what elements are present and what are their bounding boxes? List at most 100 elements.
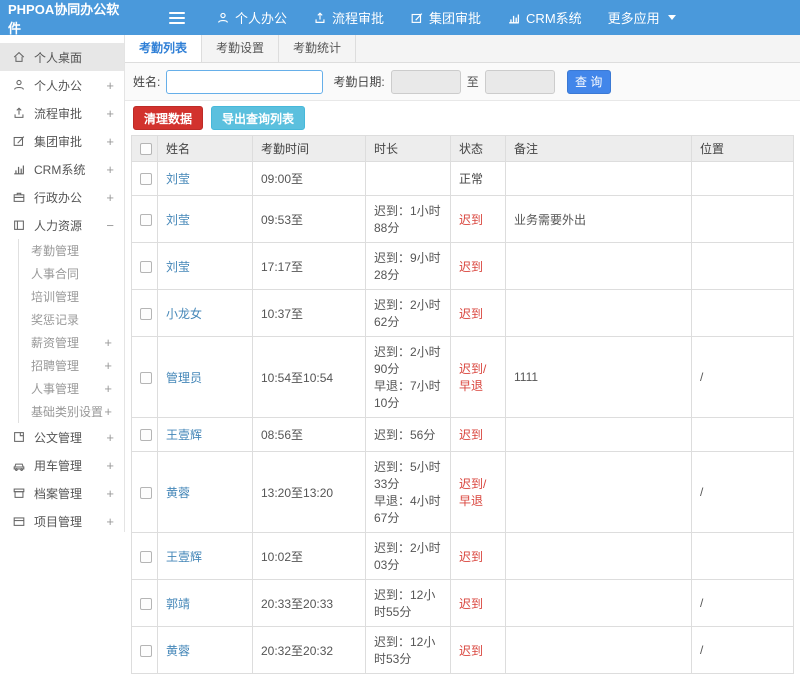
sidebar-item-label: 个人桌面	[34, 50, 83, 65]
row-checkbox[interactable]	[140, 550, 152, 563]
nav-group-approval[interactable]: 集团审批	[397, 0, 494, 35]
employee-name-link[interactable]: 管理员	[166, 371, 202, 385]
employee-name-link[interactable]: 黄蓉	[166, 486, 190, 500]
expand-icon[interactable]: +	[106, 134, 114, 149]
sidebar-item-admin-office[interactable]: 行政办公 +	[0, 183, 124, 211]
remark: 业务需要外出	[505, 195, 692, 243]
edit-icon	[12, 134, 26, 148]
employee-name-link[interactable]: 王壹辉	[166, 550, 202, 564]
sidebar-item-vehicle-mgmt[interactable]: 用车管理 +	[0, 451, 124, 479]
col-status: 状态	[450, 135, 506, 162]
expand-icon[interactable]: +	[104, 335, 112, 350]
sidebar-subitem-label: 人事管理	[31, 382, 80, 396]
sidebar-subitem-personnel-mgmt[interactable]: 人事管理 +	[19, 377, 124, 400]
tab-attendance-stats[interactable]: 考勤统计	[279, 35, 357, 62]
app-logo: PHPOA协同办公软件	[8, 1, 120, 36]
sidebar-subitem-base-category[interactable]: 基础类别设置 +	[19, 400, 124, 423]
attendance-time: 10:02至	[252, 532, 366, 580]
collapse-icon[interactable]: −	[106, 218, 114, 233]
sidebar-item-personal-office[interactable]: 个人办公 +	[0, 71, 124, 99]
nav-crm-system[interactable]: CRM系统	[494, 0, 595, 35]
employee-name-link[interactable]: 黄蓉	[166, 644, 190, 658]
bar-chart-icon	[12, 162, 26, 176]
expand-icon[interactable]: +	[106, 458, 114, 473]
expand-icon[interactable]: +	[106, 78, 114, 93]
employee-name-link[interactable]: 刘莹	[166, 260, 190, 274]
row-checkbox[interactable]	[140, 173, 152, 186]
tab-attendance-list[interactable]: 考勤列表	[125, 35, 203, 62]
table-row: 刘莹 17:17至 迟到：9小时28分 迟到	[131, 242, 794, 290]
row-checkbox[interactable]	[140, 371, 152, 384]
date-from-input[interactable]	[390, 69, 461, 94]
employee-name-link[interactable]: 刘莹	[166, 172, 190, 186]
nav-process-approval[interactable]: 流程审批	[300, 0, 397, 35]
sidebar-subitem-recruit-mgmt[interactable]: 招聘管理 +	[19, 354, 124, 377]
sidebar-item-label: 人力资源	[34, 218, 83, 233]
employee-name-link[interactable]: 郭靖	[166, 597, 190, 611]
table-row: 黄蓉 20:32至20:32 迟到：12小时53分 迟到 /	[131, 626, 794, 674]
sidebar-subitem-reward-record[interactable]: 奖惩记录	[19, 308, 124, 331]
attendance-time: 20:32至20:32	[252, 626, 366, 674]
row-checkbox[interactable]	[140, 486, 152, 499]
expand-icon[interactable]: +	[106, 106, 114, 121]
sidebar-item-personal-desktop[interactable]: 个人桌面	[0, 43, 124, 71]
sidebar-item-label: 公文管理	[34, 430, 83, 445]
briefcase-icon	[12, 190, 26, 204]
tab-attendance-settings[interactable]: 考勤设置	[202, 35, 280, 62]
name-input[interactable]	[166, 69, 324, 94]
status-badge: 正常	[459, 172, 484, 186]
sidebar-item-document-mgmt[interactable]: 公文管理 +	[0, 423, 124, 451]
col-time: 考勤时间	[252, 135, 366, 162]
sidebar-item-crm[interactable]: CRM系统 +	[0, 155, 124, 183]
sidebar-item-hr[interactable]: 人力资源 −	[0, 211, 124, 239]
clean-data-button[interactable]: 清理数据	[133, 106, 204, 130]
query-button[interactable]: 查 询	[566, 69, 611, 94]
status-badge: 迟到/早退	[459, 362, 487, 393]
row-checkbox[interactable]	[140, 260, 152, 273]
expand-icon[interactable]: +	[104, 358, 112, 373]
sidebar-subitem-training-mgmt[interactable]: 培训管理	[19, 285, 124, 308]
sidebar-subitem-attendance-mgmt[interactable]: 考勤管理	[19, 239, 124, 262]
nav-more-apps[interactable]: 更多应用	[595, 0, 689, 35]
table-row: 刘莹 09:53至 迟到：1小时88分 迟到 业务需要外出	[131, 195, 794, 243]
nav-label: 更多应用	[607, 11, 660, 26]
duration: 迟到：56分	[365, 417, 451, 452]
location	[691, 242, 794, 290]
attendance-table-wrap: 姓名 考勤时间 时长 状态 备注 位置 刘莹 09:00至 正常 刘莹 09:5…	[125, 135, 800, 674]
row-checkbox[interactable]	[140, 597, 152, 610]
menu-toggle-icon[interactable]	[169, 11, 185, 24]
row-checkbox[interactable]	[140, 213, 152, 226]
row-checkbox[interactable]	[140, 307, 152, 320]
duration: 迟到：1小时88分	[365, 195, 451, 243]
expand-icon[interactable]: +	[106, 514, 114, 529]
employee-name-link[interactable]: 小龙女	[166, 307, 202, 321]
nav-personal-office[interactable]: 个人办公	[203, 0, 300, 35]
row-checkbox[interactable]	[140, 429, 152, 442]
sidebar-item-project-mgmt[interactable]: 项目管理 +	[0, 507, 124, 532]
col-location: 位置	[691, 135, 794, 162]
status-badge: 迟到	[459, 212, 484, 227]
employee-name-link[interactable]: 王壹辉	[166, 428, 202, 442]
row-checkbox[interactable]	[140, 644, 152, 657]
status-badge: 迟到	[459, 549, 484, 564]
date-to-input[interactable]	[484, 69, 555, 94]
expand-icon[interactable]: +	[104, 404, 112, 419]
attendance-time: 10:54至10:54	[252, 336, 366, 418]
sidebar-item-archive-mgmt[interactable]: 档案管理 +	[0, 479, 124, 507]
select-all-checkbox[interactable]	[140, 143, 152, 156]
employee-name-link[interactable]: 刘莹	[166, 213, 190, 227]
status-badge: 迟到	[459, 643, 484, 658]
sidebar-item-process-approval[interactable]: 流程审批 +	[0, 99, 124, 127]
sidebar-subitem-label: 薪资管理	[31, 336, 80, 350]
sidebar-subitem-hr-contract[interactable]: 人事合同	[19, 262, 124, 285]
sidebar-item-group-approval[interactable]: 集团审批 +	[0, 127, 124, 155]
expand-icon[interactable]: +	[104, 381, 112, 396]
bar-chart-icon	[507, 11, 521, 25]
sidebar-subitem-salary-mgmt[interactable]: 薪资管理 +	[19, 331, 124, 354]
expand-icon[interactable]: +	[106, 430, 114, 445]
remark	[505, 626, 692, 674]
export-list-button[interactable]: 导出查询列表	[211, 106, 306, 130]
expand-icon[interactable]: +	[106, 486, 114, 501]
expand-icon[interactable]: +	[106, 190, 114, 205]
expand-icon[interactable]: +	[106, 162, 114, 177]
